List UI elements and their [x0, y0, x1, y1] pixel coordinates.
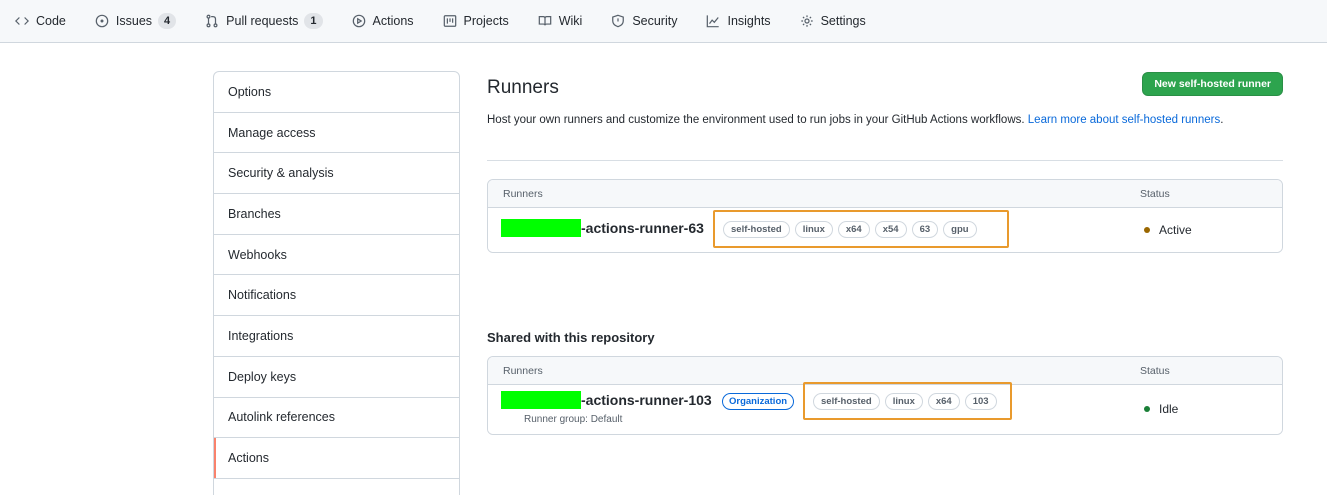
runner-labels: self-hosted linux x64 103: [803, 382, 1012, 420]
label-tag: 63: [911, 220, 939, 238]
runner-group-text: Runner group: Default: [524, 414, 623, 425]
runner-name[interactable]: -actions-runner-103: [501, 391, 712, 409]
pulls-counter: 1: [304, 13, 323, 29]
settings-sidebar: Options Manage access Security & analysi…: [213, 71, 460, 495]
description-text: Host your own runners and customize the …: [487, 114, 1025, 126]
tab-actions-label: Actions: [372, 14, 414, 28]
tab-issues[interactable]: Issues 4: [94, 0, 177, 43]
label-tag: linux: [884, 392, 923, 410]
label-tag: x64: [837, 220, 870, 238]
tab-security[interactable]: Security: [610, 0, 677, 43]
shared-runners-table: Runners Status -actions-runner-103 Organ…: [487, 356, 1283, 435]
sidebar-item-integrations[interactable]: Integrations: [214, 316, 459, 357]
status-text: Idle: [1159, 402, 1179, 416]
label-tag: gpu: [943, 220, 977, 238]
sidebar-item-label: Deploy keys: [228, 369, 297, 384]
runners-column-header: Runners: [503, 187, 543, 200]
new-self-hosted-runner-button[interactable]: New self-hosted runner: [1142, 72, 1283, 96]
organization-label: Organization: [722, 393, 795, 410]
code-icon: [14, 13, 30, 29]
tab-security-label: Security: [632, 14, 678, 28]
runners-column-header: Runners: [503, 364, 543, 377]
tab-settings[interactable]: Settings: [799, 0, 866, 43]
gear-icon: [799, 13, 815, 29]
repo-runners-table: Runners Status -actions-runner-63 self-h…: [487, 179, 1283, 253]
table-header: Runners Status: [488, 357, 1282, 385]
status-dot-icon: [1144, 227, 1150, 233]
status-text: Active: [1159, 223, 1192, 237]
divider: [487, 160, 1283, 161]
pull-request-icon: [204, 13, 220, 29]
sidebar-item-label: Security & analysis: [228, 166, 334, 181]
status-dot-icon: [1144, 406, 1150, 412]
tab-actions[interactable]: Actions: [351, 0, 414, 43]
sidebar-item-label: Branches: [228, 206, 281, 221]
status-column-header: Status: [1140, 187, 1170, 200]
tab-wiki[interactable]: Wiki: [537, 0, 583, 43]
tab-projects[interactable]: Projects: [442, 0, 509, 43]
sidebar-item-webhooks[interactable]: Webhooks: [214, 235, 459, 276]
table-header: Runners Status: [488, 180, 1282, 208]
sidebar-item-branches[interactable]: Branches: [214, 194, 459, 235]
tab-settings-label: Settings: [820, 14, 866, 28]
tab-wiki-label: Wiki: [558, 14, 583, 28]
shared-section-title: Shared with this repository: [487, 330, 655, 345]
learn-more-link[interactable]: Learn more about self-hosted runners: [1028, 114, 1220, 126]
sidebar-item-label: Actions: [228, 451, 269, 466]
repo-nav: Code Issues 4 Pull requests 1 Actions Pr…: [0, 0, 1327, 43]
play-icon: [351, 13, 367, 29]
status-column-header: Status: [1140, 364, 1170, 377]
sidebar-item-label: Autolink references: [228, 410, 336, 425]
sidebar-item-notifications[interactable]: Notifications: [214, 275, 459, 317]
table-row[interactable]: -actions-runner-103 Organization self-ho…: [488, 382, 1282, 434]
issue-icon: [94, 13, 110, 29]
page-title: Runners: [487, 77, 559, 98]
sidebar-item-deploy-keys[interactable]: Deploy keys: [214, 357, 459, 398]
tab-pull-requests[interactable]: Pull requests 1: [204, 0, 323, 43]
runner-name-suffix: -actions-runner-103: [581, 392, 712, 408]
project-icon: [442, 13, 458, 29]
sidebar-item-label: Integrations: [228, 328, 294, 343]
label-tag: self-hosted: [723, 220, 790, 238]
sidebar-item-autolink-references[interactable]: Autolink references: [214, 398, 459, 439]
tab-code[interactable]: Code: [14, 0, 66, 43]
tab-pull-requests-label: Pull requests: [226, 14, 299, 28]
sidebar-item-label: Webhooks: [228, 247, 287, 262]
shield-icon: [610, 13, 626, 29]
label-tag: self-hosted: [813, 392, 880, 410]
sidebar-item-manage-access[interactable]: Manage access: [214, 113, 459, 154]
tab-issues-label: Issues: [115, 14, 153, 28]
tab-projects-label: Projects: [463, 14, 509, 28]
description-period: .: [1220, 114, 1224, 126]
sidebar-item-label: Notifications: [228, 288, 297, 303]
runner-labels: self-hosted linux x64 x54 63 gpu: [713, 210, 1009, 248]
book-icon: [537, 13, 553, 29]
sidebar-item-label: Options: [228, 84, 272, 99]
sidebar-item-options[interactable]: Options: [214, 72, 459, 113]
sidebar-item-security-analysis[interactable]: Security & analysis: [214, 153, 459, 195]
table-row[interactable]: -actions-runner-63 self-hosted linux x64…: [488, 208, 1282, 252]
label-tag: linux: [794, 220, 833, 238]
graph-icon: [705, 13, 721, 29]
tab-code-label: Code: [36, 14, 66, 28]
runners-description: Host your own runners and customize the …: [487, 111, 1283, 130]
status-badge: Idle: [1144, 402, 1178, 416]
sidebar-item-label: Manage access: [228, 125, 316, 140]
issues-counter: 4: [158, 13, 177, 29]
runner-name[interactable]: -actions-runner-63: [501, 219, 704, 237]
redacted-name: [501, 219, 581, 237]
runner-name-suffix: -actions-runner-63: [581, 220, 704, 236]
status-badge: Active: [1144, 223, 1192, 237]
sidebar-item-actions[interactable]: Actions: [214, 438, 459, 479]
label-tag: 103: [964, 392, 997, 410]
tab-insights-label: Insights: [727, 14, 771, 28]
tab-insights[interactable]: Insights: [705, 0, 771, 43]
label-tag: x54: [874, 220, 907, 238]
label-tag: x64: [927, 392, 960, 410]
redacted-name: [501, 391, 581, 409]
